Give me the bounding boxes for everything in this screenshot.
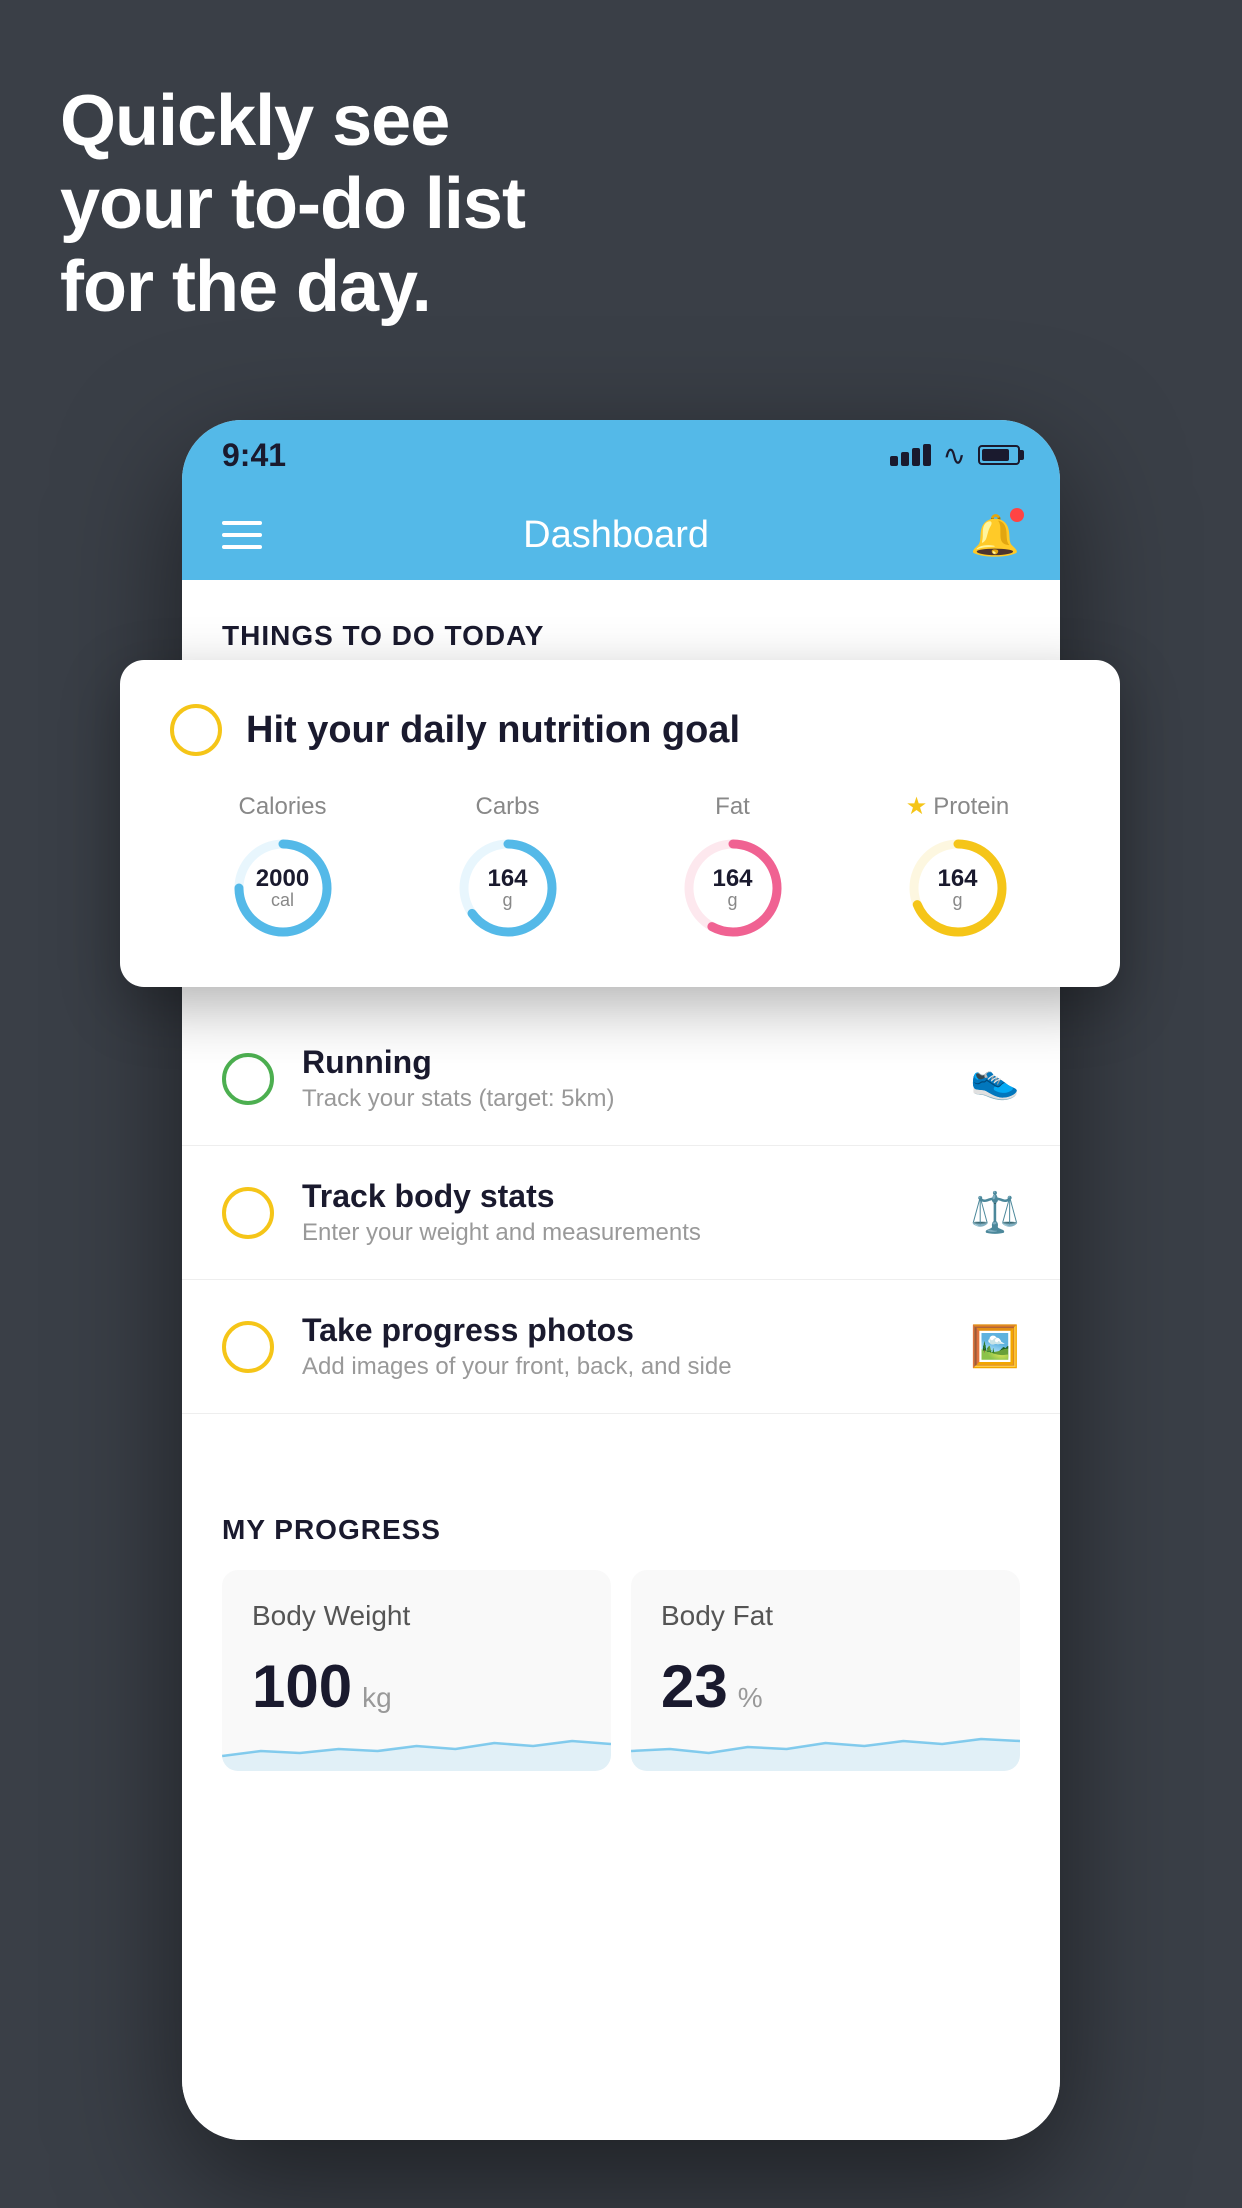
fat-label: Fat: [715, 793, 750, 821]
person-icon: 🖼️: [970, 1323, 1020, 1370]
todo-subtitle-running: Track your stats (target: 5km): [302, 1085, 970, 1113]
nav-title: Dashboard: [523, 514, 709, 557]
fat-value: 164: [712, 867, 752, 891]
hero-title: Quickly see your to-do list for the day.: [60, 80, 525, 328]
body-fat-label: Body Fat: [661, 1600, 990, 1632]
nutrition-checkbox[interactable]: [170, 704, 222, 756]
todo-subtitle-body-stats: Enter your weight and measurements: [302, 1219, 970, 1247]
fat-ring: 164 g: [678, 833, 788, 943]
fat-unit: g: [712, 891, 752, 909]
todo-content-running: Running Track your stats (target: 5km): [302, 1044, 970, 1113]
todo-title-running: Running: [302, 1044, 970, 1081]
body-weight-unit: kg: [362, 1682, 392, 1714]
protein-value: 164: [937, 867, 977, 891]
nutrition-item-protein: ★ Protein 164 g: [903, 792, 1013, 943]
star-icon: ★: [906, 792, 928, 821]
battery-icon: [978, 445, 1020, 465]
todo-subtitle-photos: Add images of your front, back, and side: [302, 1353, 970, 1381]
nutrition-card: Hit your daily nutrition goal Calories 2…: [120, 660, 1120, 987]
protein-label: Protein: [933, 793, 1009, 821]
carbs-ring: 164 g: [453, 833, 563, 943]
status-icons: ∿: [890, 439, 1020, 472]
status-time: 9:41: [222, 437, 286, 474]
todo-title-photos: Take progress photos: [302, 1312, 970, 1349]
carbs-value: 164: [487, 867, 527, 891]
body-weight-card[interactable]: Body Weight 100 kg: [222, 1570, 611, 1771]
nutrition-item-calories: Calories 2000 cal: [228, 793, 338, 943]
todo-item-progress-photos[interactable]: Take progress photos Add images of your …: [182, 1280, 1060, 1414]
todo-item-body-stats[interactable]: Track body stats Enter your weight and m…: [182, 1146, 1060, 1280]
body-fat-card[interactable]: Body Fat 23 %: [631, 1570, 1020, 1771]
body-weight-label: Body Weight: [252, 1600, 581, 1632]
todo-checkbox-running[interactable]: [222, 1053, 274, 1105]
signal-icon: [890, 444, 931, 466]
protein-unit: g: [937, 891, 977, 909]
nutrition-item-carbs: Carbs 164 g: [453, 793, 563, 943]
protein-ring: 164 g: [903, 833, 1013, 943]
body-fat-unit: %: [738, 1682, 763, 1714]
todo-item-running[interactable]: Running Track your stats (target: 5km) 👟: [182, 1012, 1060, 1146]
notification-bell-icon[interactable]: 🔔: [970, 512, 1020, 559]
todo-checkbox-body-stats[interactable]: [222, 1187, 274, 1239]
calories-ring: 2000 cal: [228, 833, 338, 943]
body-fat-chart: [631, 1711, 1020, 1771]
body-weight-chart: [222, 1711, 611, 1771]
calories-label: Calories: [238, 793, 326, 821]
progress-cards: Body Weight 100 kg Body Fat: [182, 1570, 1060, 1811]
nutrition-card-title: Hit your daily nutrition goal: [246, 709, 740, 752]
status-bar: 9:41 ∿: [182, 420, 1060, 490]
notification-dot: [1010, 508, 1024, 522]
nav-bar: Dashboard 🔔: [182, 490, 1060, 580]
menu-icon[interactable]: [222, 521, 262, 549]
todo-title-body-stats: Track body stats: [302, 1178, 970, 1215]
todo-content-body-stats: Track body stats Enter your weight and m…: [302, 1178, 970, 1247]
nutrition-row: Calories 2000 cal Carbs: [170, 792, 1070, 943]
card-title-row: Hit your daily nutrition goal: [170, 704, 1070, 756]
things-today-header: THINGS TO DO TODAY: [182, 580, 1060, 672]
calories-value: 2000: [256, 867, 309, 891]
scale-icon: ⚖️: [970, 1189, 1020, 1236]
shoe-icon: 👟: [970, 1055, 1020, 1102]
progress-header: MY PROGRESS: [182, 1494, 1060, 1570]
carbs-label: Carbs: [475, 793, 539, 821]
progress-section: MY PROGRESS Body Weight 100 kg: [182, 1474, 1060, 1831]
carbs-unit: g: [487, 891, 527, 909]
todo-list: Running Track your stats (target: 5km) 👟…: [182, 1012, 1060, 1414]
calories-unit: cal: [256, 891, 309, 909]
wifi-icon: ∿: [943, 439, 966, 472]
nutrition-item-fat: Fat 164 g: [678, 793, 788, 943]
todo-content-photos: Take progress photos Add images of your …: [302, 1312, 970, 1381]
todo-checkbox-photos[interactable]: [222, 1321, 274, 1373]
